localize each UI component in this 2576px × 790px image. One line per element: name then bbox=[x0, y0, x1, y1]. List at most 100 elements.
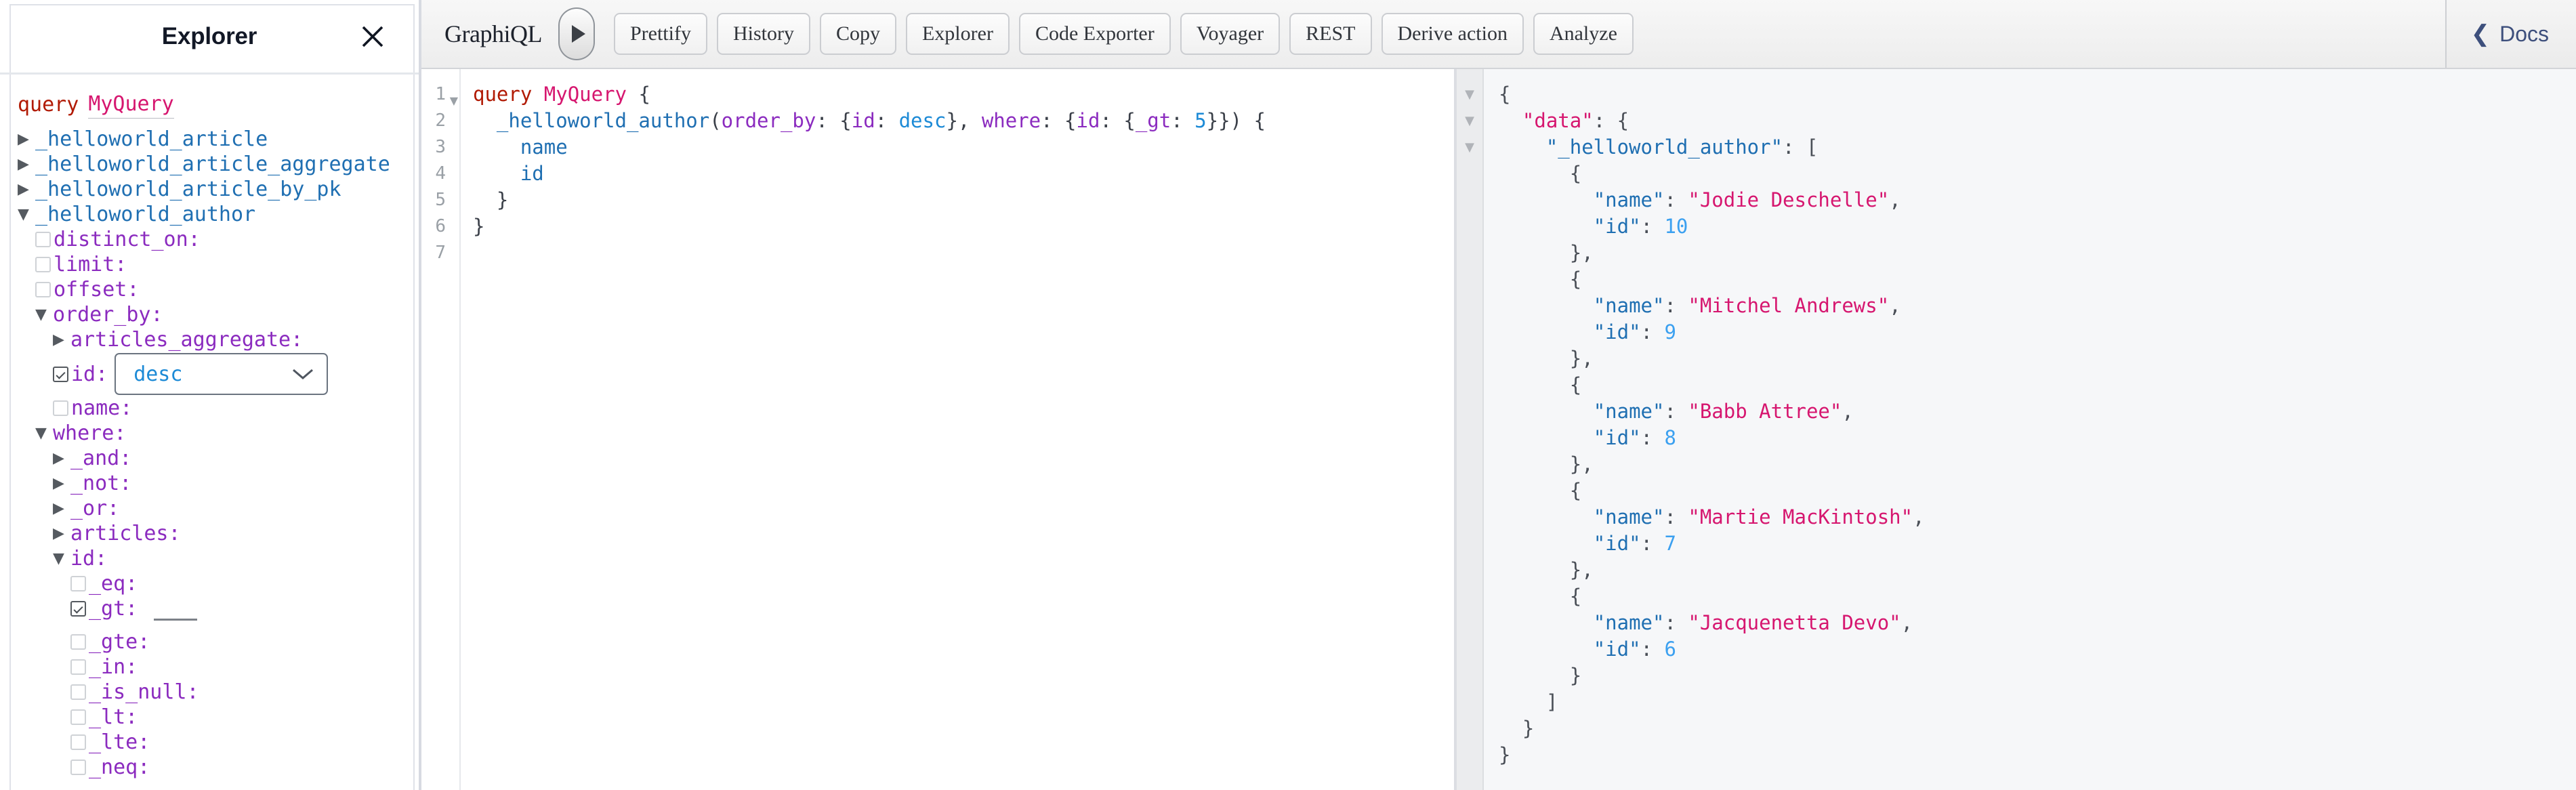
triangle-right-icon[interactable]: ▶ bbox=[18, 182, 35, 197]
explorer-tree-item[interactable]: _gt: bbox=[18, 596, 419, 621]
toolbar-button-code-exporter[interactable]: Code Exporter bbox=[1019, 13, 1171, 55]
checkbox-unchecked[interactable] bbox=[70, 659, 86, 675]
explorer-header: Explorer bbox=[0, 0, 419, 75]
explorer-tree-item[interactable]: _neq: bbox=[18, 755, 419, 780]
explorer-item-label[interactable]: _lte: bbox=[89, 730, 150, 755]
explorer-item-label[interactable]: _neq: bbox=[89, 755, 150, 780]
order-by-direction-select[interactable]: desc bbox=[115, 353, 328, 395]
explorer-tree-item[interactable]: id: desc bbox=[18, 352, 419, 396]
checkbox-unchecked[interactable] bbox=[53, 400, 68, 416]
checkbox-unchecked[interactable] bbox=[35, 282, 51, 297]
triangle-down-icon[interactable]: ▼ bbox=[35, 308, 53, 323]
explorer-tree-item[interactable]: ▼_helloworld_author bbox=[18, 202, 419, 227]
checkbox-unchecked[interactable] bbox=[35, 232, 51, 247]
explorer-item-label[interactable]: _is_null: bbox=[89, 680, 199, 705]
explorer-tree-item[interactable]: _in: bbox=[18, 654, 419, 680]
explorer-tree-item[interactable]: offset: bbox=[18, 277, 419, 302]
query-name-input[interactable]: MyQuery bbox=[88, 91, 173, 119]
explorer-item-label[interactable]: _helloworld_article bbox=[35, 127, 268, 152]
explorer-tree-item[interactable]: ▶articles_aggregate: bbox=[18, 327, 419, 352]
explorer-tree-item[interactable]: distinct_on: bbox=[18, 227, 419, 252]
explorer-tree-item[interactable]: ▶articles: bbox=[18, 521, 419, 546]
explorer-tree-item[interactable]: limit: bbox=[18, 252, 419, 277]
explorer-item-label[interactable]: _in: bbox=[89, 654, 138, 680]
explorer-item-label[interactable]: order_by: bbox=[53, 302, 163, 327]
toolbar-button-rest[interactable]: REST bbox=[1289, 13, 1371, 55]
checkbox-checked[interactable] bbox=[70, 601, 86, 617]
toolbar-button-prettify[interactable]: Prettify bbox=[614, 13, 707, 55]
execute-query-button[interactable] bbox=[558, 7, 595, 60]
explorer-tree-item[interactable]: _lt: bbox=[18, 705, 419, 730]
explorer-tree-item[interactable]: ▶_not: bbox=[18, 471, 419, 496]
explorer-tree-item[interactable]: name: bbox=[18, 396, 419, 421]
triangle-right-icon[interactable]: ▶ bbox=[18, 157, 35, 172]
explorer-tree-item[interactable]: _eq: bbox=[18, 571, 419, 596]
checkbox-unchecked[interactable] bbox=[70, 684, 86, 700]
checkbox-unchecked[interactable] bbox=[70, 576, 86, 591]
explorer-tree-item[interactable]: ▼id: bbox=[18, 546, 419, 571]
explorer-tree-item[interactable]: _is_null: bbox=[18, 680, 419, 705]
triangle-right-icon[interactable]: ▶ bbox=[53, 476, 70, 491]
explorer-item-label[interactable]: name: bbox=[71, 396, 132, 421]
result-fold-toggle-icon[interactable]: ▼ bbox=[1457, 134, 1482, 161]
result-fold-toggle-icon[interactable]: ▼ bbox=[1457, 81, 1482, 108]
triangle-down-icon[interactable]: ▼ bbox=[53, 552, 70, 566]
toolbar-button-history[interactable]: History bbox=[717, 13, 810, 55]
checkbox-checked[interactable] bbox=[53, 367, 68, 382]
explorer-item-label[interactable]: _gt: bbox=[89, 596, 138, 621]
docs-button[interactable]: ❮ Docs bbox=[2447, 0, 2576, 68]
explorer-item-label[interactable]: distinct_on: bbox=[54, 227, 201, 252]
explorer-tree-item[interactable]: ▶_helloworld_article bbox=[18, 127, 419, 152]
triangle-right-icon[interactable]: ▶ bbox=[53, 501, 70, 516]
toolbar-button-explorer[interactable]: Explorer bbox=[906, 13, 1010, 55]
explorer-tree-item[interactable]: _gte: bbox=[18, 629, 419, 654]
checkbox-unchecked[interactable] bbox=[70, 634, 86, 650]
explorer-item-label[interactable]: _lt: bbox=[89, 705, 138, 730]
explorer-item-label[interactable]: offset: bbox=[54, 277, 139, 302]
explorer-tree-item[interactable]: _lte: bbox=[18, 730, 419, 755]
explorer-item-label[interactable]: _helloworld_article_aggregate bbox=[35, 152, 390, 177]
explorer-item-label[interactable]: _and: bbox=[70, 446, 131, 471]
checkbox-unchecked[interactable] bbox=[35, 257, 51, 272]
panes: 1▼234567 query MyQuery { _helloworld_aut… bbox=[421, 69, 2576, 790]
checkbox-unchecked[interactable] bbox=[70, 709, 86, 725]
query-editor-textarea[interactable]: query MyQuery { _helloworld_author(order… bbox=[461, 69, 1454, 790]
explorer-item-label[interactable]: _helloworld_article_by_pk bbox=[35, 177, 341, 202]
triangle-down-icon[interactable]: ▼ bbox=[35, 426, 53, 441]
select-value: desc bbox=[133, 362, 182, 387]
gt-value-input[interactable] bbox=[154, 619, 197, 621]
explorer-item-label[interactable]: _not: bbox=[70, 471, 131, 496]
toolbar-button-copy[interactable]: Copy bbox=[820, 13, 896, 55]
query-signature-row: query MyQuery bbox=[18, 92, 419, 117]
explorer-tree-item[interactable]: ▼where: bbox=[18, 421, 419, 446]
main-area: GraphiQL PrettifyHistoryCopyExplorerCode… bbox=[421, 0, 2576, 790]
explorer-item-label[interactable]: _or: bbox=[70, 496, 119, 521]
explorer-tree-item[interactable]: ▼order_by: bbox=[18, 302, 419, 327]
triangle-right-icon[interactable]: ▶ bbox=[53, 451, 70, 466]
explorer-item-label[interactable]: id: bbox=[71, 362, 108, 387]
explorer-item-label[interactable]: _eq: bbox=[89, 571, 138, 596]
triangle-right-icon[interactable]: ▶ bbox=[53, 333, 70, 348]
explorer-tree-item[interactable]: ▶_helloworld_article_by_pk bbox=[18, 177, 419, 202]
triangle-right-icon[interactable]: ▶ bbox=[53, 526, 70, 541]
checkbox-unchecked[interactable] bbox=[70, 760, 86, 775]
result-viewer[interactable]: { "data": { "_helloworld_author": [ { "n… bbox=[1484, 69, 2576, 790]
explorer-item-label[interactable]: _helloworld_author bbox=[35, 202, 255, 227]
toolbar-button-analyze[interactable]: Analyze bbox=[1533, 13, 1634, 55]
explorer-tree-item[interactable]: ▶_or: bbox=[18, 496, 419, 521]
explorer-tree-item[interactable]: ▶_helloworld_article_aggregate bbox=[18, 152, 419, 177]
triangle-down-icon[interactable]: ▼ bbox=[18, 207, 35, 222]
triangle-right-icon[interactable]: ▶ bbox=[18, 132, 35, 147]
explorer-item-label[interactable]: limit: bbox=[54, 252, 127, 277]
explorer-item-label[interactable]: articles_aggregate: bbox=[70, 327, 303, 352]
explorer-item-label[interactable]: articles: bbox=[70, 521, 181, 546]
explorer-tree-item[interactable]: ▶_and: bbox=[18, 446, 419, 471]
close-icon[interactable] bbox=[358, 22, 388, 51]
checkbox-unchecked[interactable] bbox=[70, 734, 86, 750]
result-fold-toggle-icon[interactable]: ▼ bbox=[1457, 108, 1482, 134]
explorer-item-label[interactable]: where: bbox=[53, 421, 126, 446]
explorer-item-label[interactable]: _gte: bbox=[89, 629, 150, 654]
toolbar-button-voyager[interactable]: Voyager bbox=[1180, 13, 1280, 55]
explorer-item-label[interactable]: id: bbox=[70, 546, 107, 571]
toolbar-button-derive-action[interactable]: Derive action bbox=[1382, 13, 1524, 55]
